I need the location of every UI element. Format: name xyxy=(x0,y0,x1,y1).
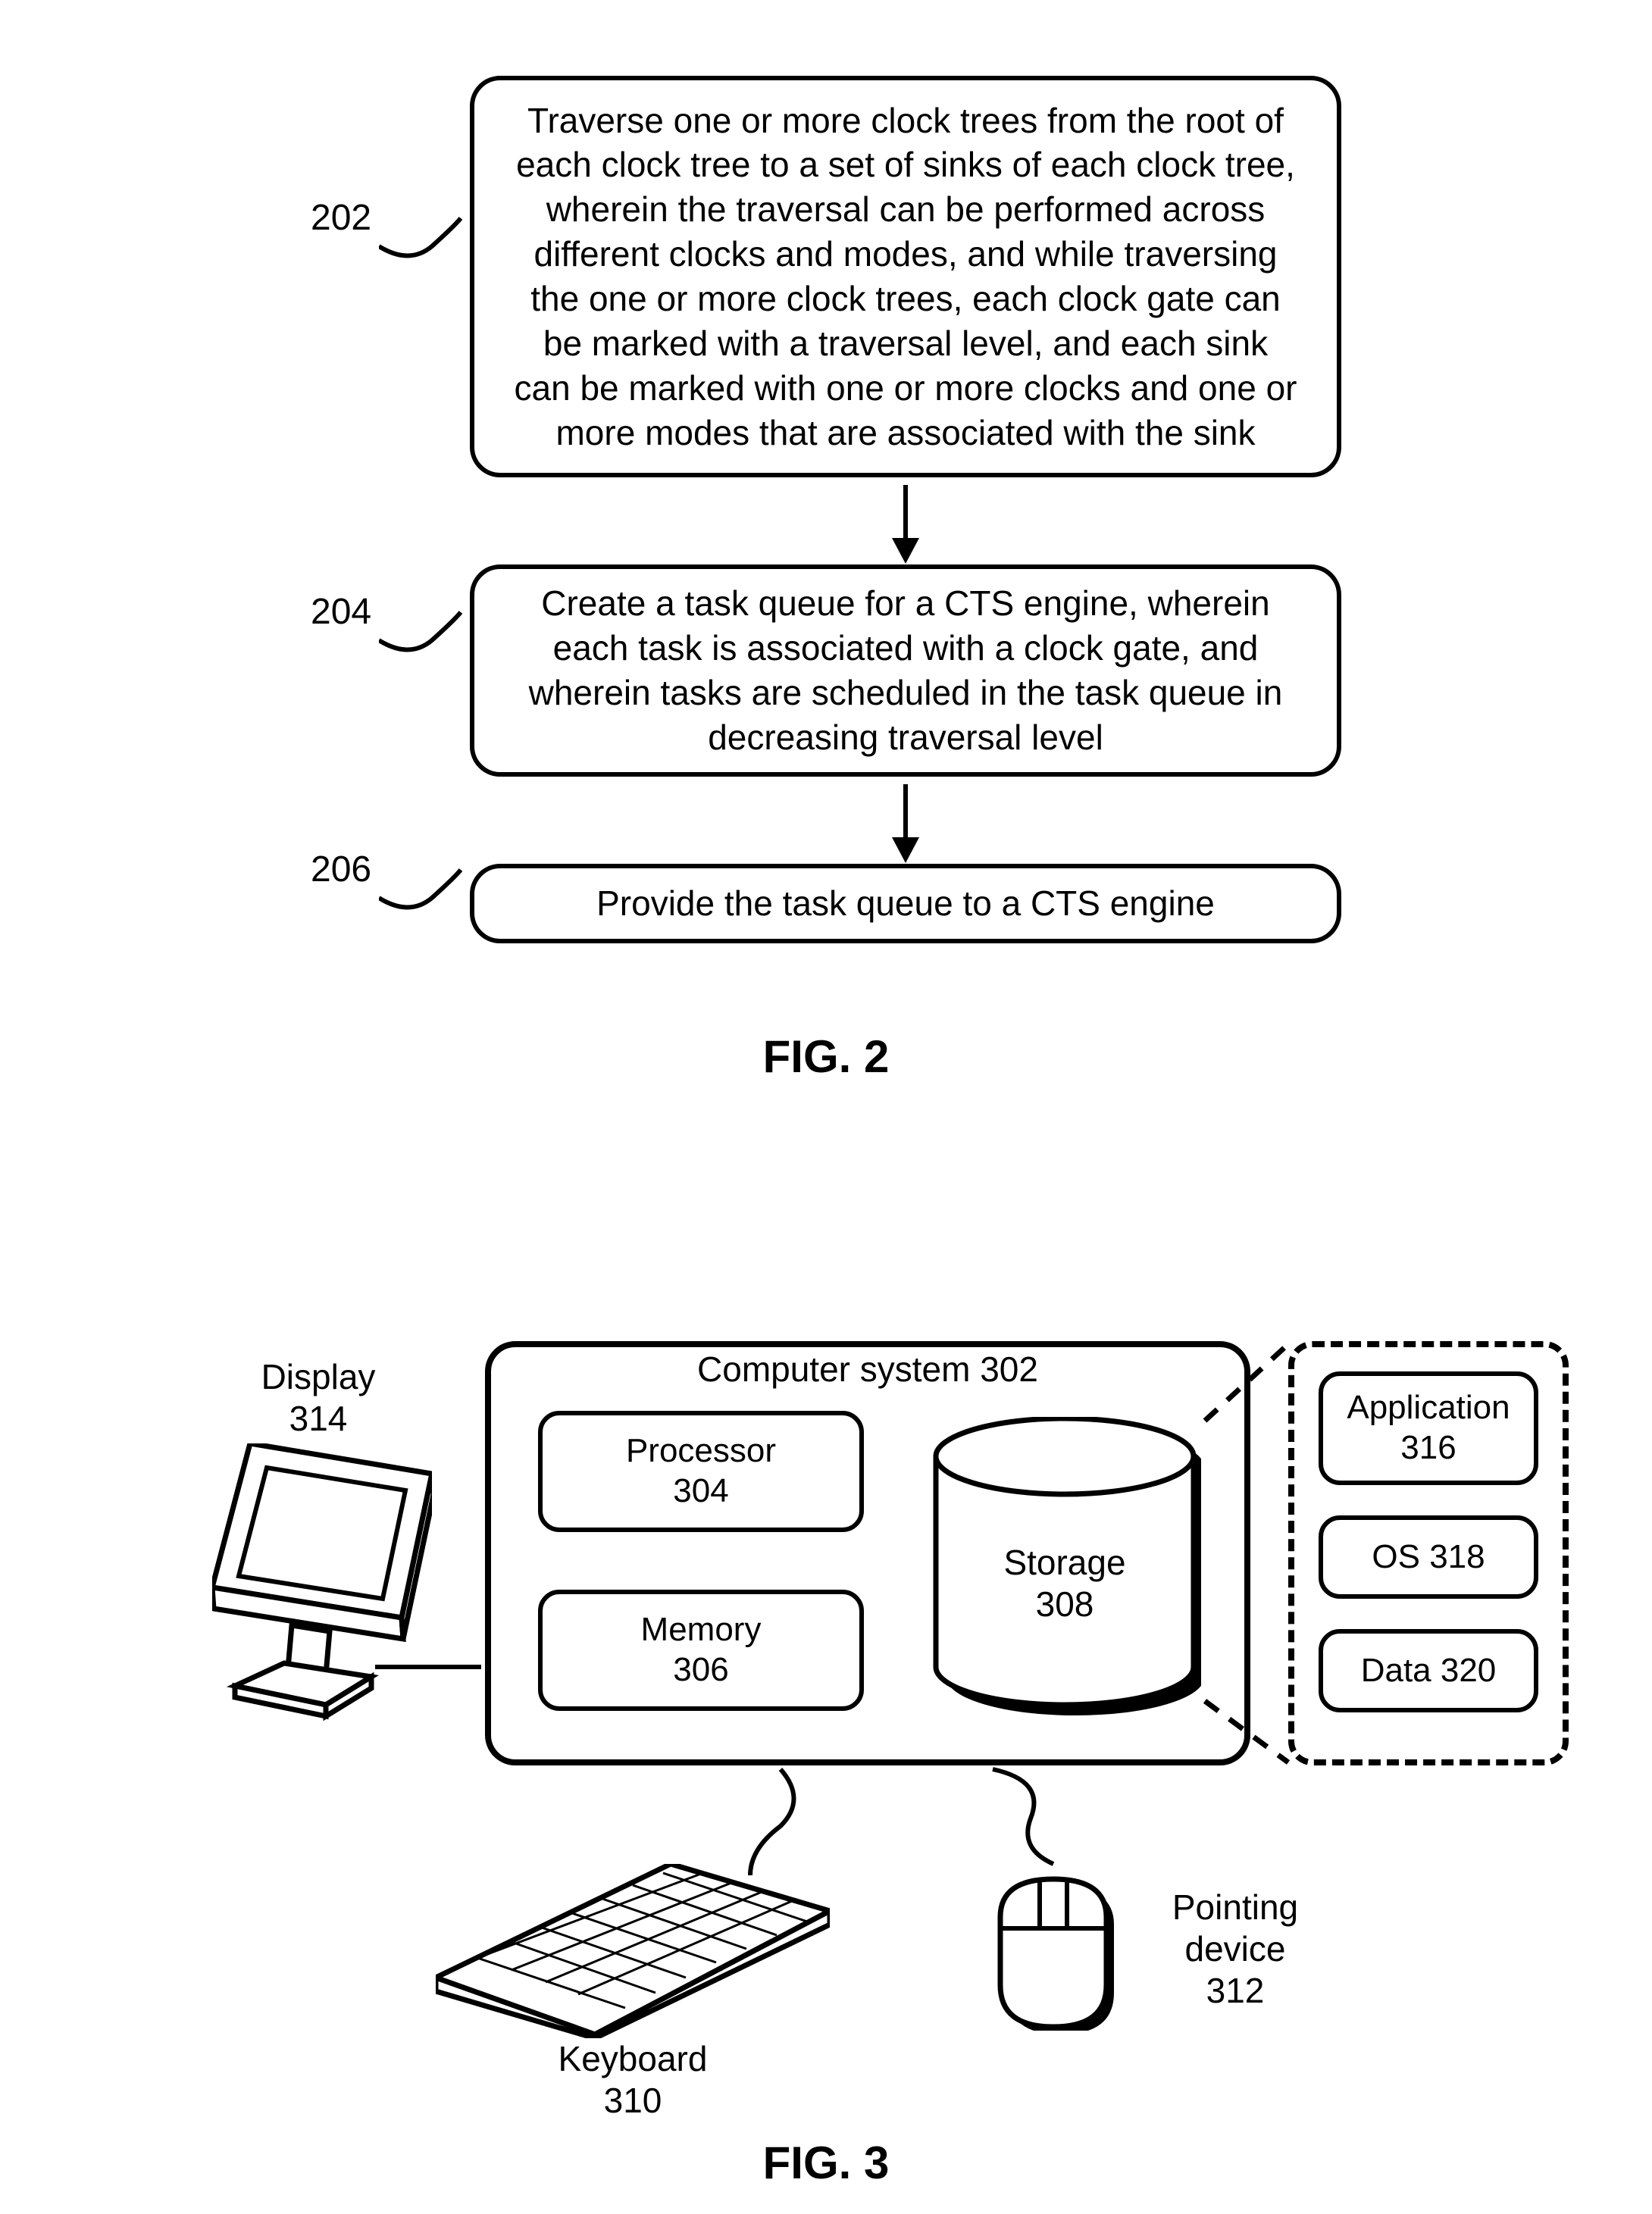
storage-label: Storage 308 xyxy=(928,1542,1201,1625)
ref-206-label: 206 xyxy=(311,849,371,890)
flow-box-206-text: Provide the task queue to a CTS engine xyxy=(474,868,1337,939)
fig3-caption: FIG. 3 xyxy=(0,2137,1652,2189)
keyboard-label: Keyboard 310 xyxy=(436,2038,830,2122)
display-label: Display 314 xyxy=(227,1356,409,1440)
memory-text: Memory 306 xyxy=(543,1594,859,1706)
flow-box-202: Traverse one or more clock trees from th… xyxy=(470,76,1341,477)
fig2-caption: FIG. 2 xyxy=(0,1030,1652,1083)
keyboard-icon xyxy=(436,1864,830,2038)
storage-dashed-connector xyxy=(1197,1341,1296,1765)
ref-204-tail xyxy=(379,606,462,659)
flow-box-202-text: Traverse one or more clock trees from th… xyxy=(474,80,1337,473)
display-cable xyxy=(371,1659,493,1705)
ref-206-tail xyxy=(379,864,462,917)
page: Traverse one or more clock trees from th… xyxy=(0,0,1652,2214)
mouse-icon xyxy=(985,1856,1122,2031)
flow-box-206: Provide the task queue to a CTS engine xyxy=(470,864,1341,943)
ref-204-label: 204 xyxy=(311,591,371,633)
flow-box-204: Create a task queue for a CTS engine, wh… xyxy=(470,564,1341,777)
os-text: OS 318 xyxy=(1323,1520,1534,1594)
mouse-cable xyxy=(985,1765,1099,1872)
processor-block: Processor 304 xyxy=(538,1411,864,1532)
processor-text: Processor 304 xyxy=(543,1415,859,1528)
data-block: Data 320 xyxy=(1319,1629,1538,1712)
ref-202-label: 202 xyxy=(311,197,371,239)
memory-block: Memory 306 xyxy=(538,1590,864,1711)
flow-box-204-text: Create a task queue for a CTS engine, wh… xyxy=(474,569,1337,772)
application-block: Application 316 xyxy=(1319,1371,1538,1485)
pointing-device-label: Pointing device 312 xyxy=(1137,1887,1334,2012)
computer-system-label: Computer system 302 xyxy=(485,1349,1250,1390)
ref-202-tail xyxy=(379,212,462,265)
data-text: Data 320 xyxy=(1323,1634,1534,1708)
os-block: OS 318 xyxy=(1319,1515,1538,1599)
keyboard-cable xyxy=(739,1765,853,1879)
application-text: Application 316 xyxy=(1323,1376,1534,1481)
